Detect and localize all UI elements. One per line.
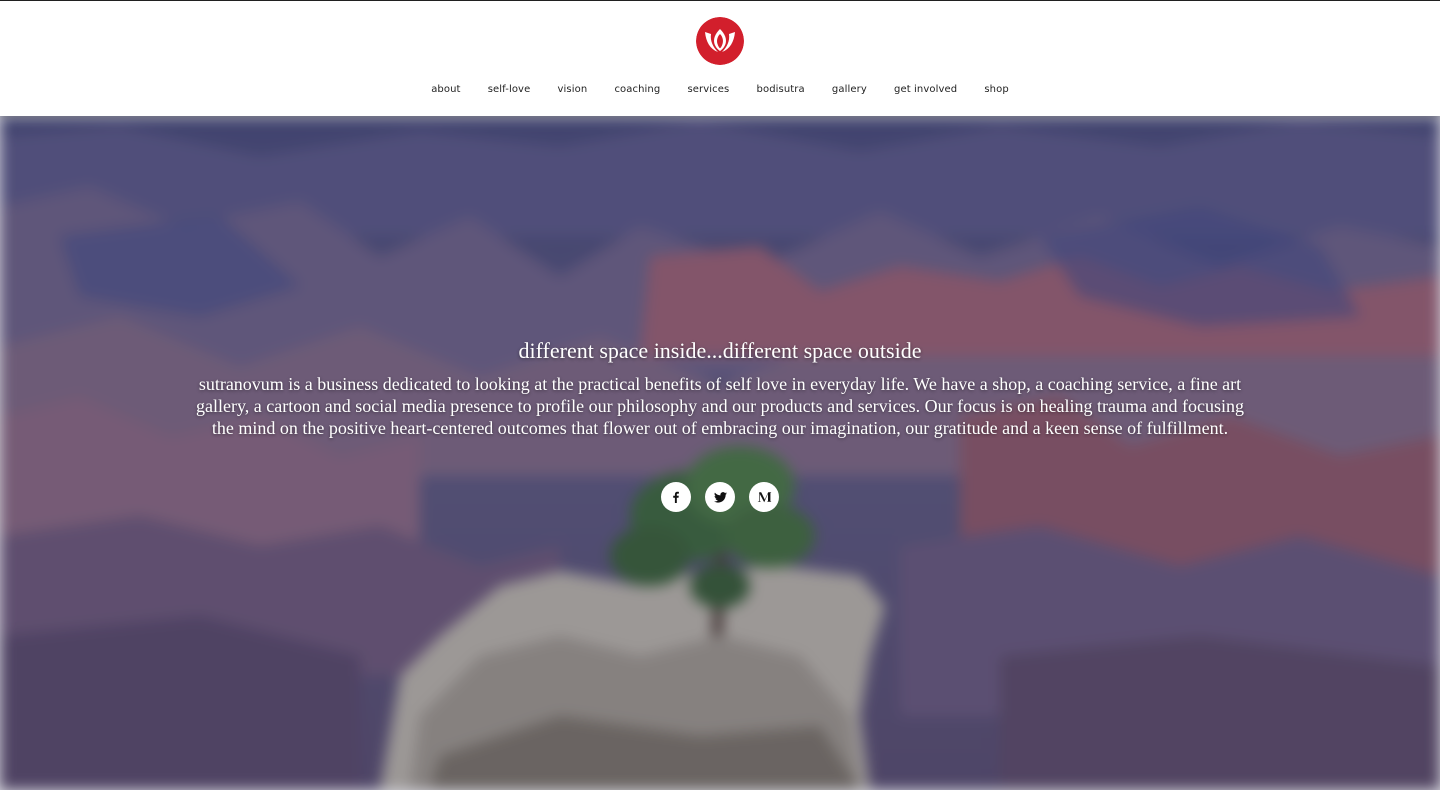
medium-icon xyxy=(757,492,771,503)
nav-item-self-love[interactable]: self-love xyxy=(488,84,531,95)
hero-overlay xyxy=(0,116,1440,790)
nav-item-gallery[interactable]: gallery xyxy=(832,84,867,95)
facebook-link[interactable] xyxy=(661,482,691,512)
nav-item-get-involved[interactable]: get involved xyxy=(894,84,957,95)
hero-tagline: different space inside...different space… xyxy=(518,338,922,363)
facebook-icon xyxy=(673,491,679,503)
medium-link[interactable] xyxy=(749,482,779,512)
lotus-logo-icon[interactable] xyxy=(696,17,744,65)
hero-description: sutranovum is a business dedicated to lo… xyxy=(195,374,1245,438)
nav-item-services[interactable]: services xyxy=(688,84,730,95)
nav-item-bodisutra[interactable]: bodisutra xyxy=(757,84,805,95)
twitter-icon xyxy=(713,491,727,503)
hero-background xyxy=(0,116,1440,790)
main-nav: about self-love vision coaching services… xyxy=(0,81,1440,97)
site-header: about self-love vision coaching services… xyxy=(0,1,1440,116)
twitter-link[interactable] xyxy=(705,482,735,512)
nav-item-vision[interactable]: vision xyxy=(558,84,588,95)
social-links xyxy=(0,482,1440,512)
nav-item-coaching[interactable]: coaching xyxy=(614,84,660,95)
nav-item-shop[interactable]: shop xyxy=(984,84,1008,95)
nav-item-about[interactable]: about xyxy=(431,84,460,95)
